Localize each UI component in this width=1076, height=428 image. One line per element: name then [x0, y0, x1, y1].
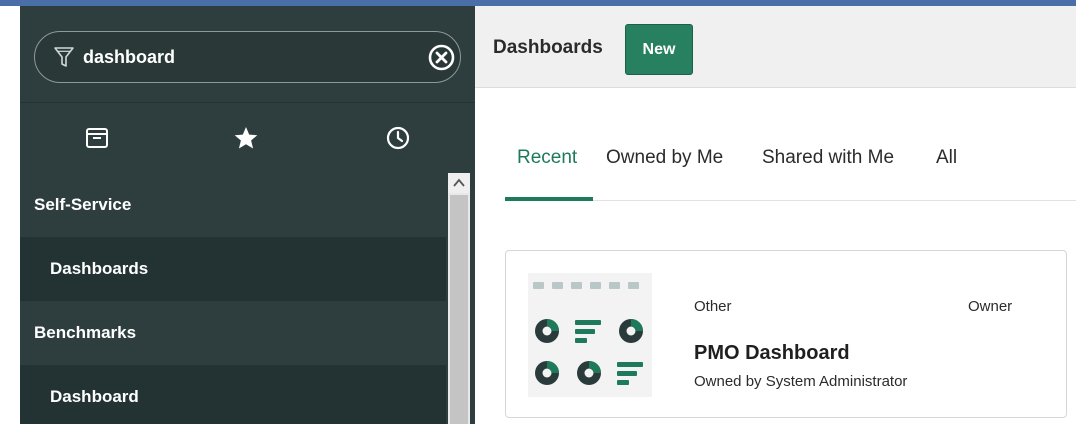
tab-recent[interactable]: Recent: [517, 147, 577, 169]
scroll-up-arrow-icon[interactable]: [448, 173, 470, 193]
navigator-search-input[interactable]: [83, 44, 403, 70]
nav-item-label: Dashboard: [50, 387, 139, 406]
tab-owned-by-me[interactable]: Owned by Me: [606, 147, 723, 169]
nav-item-dashboard[interactable]: Dashboard: [20, 365, 446, 424]
scrollbar-thumb[interactable]: [450, 195, 468, 424]
list-header: Dashboards New: [475, 6, 1076, 88]
filter-icon: [54, 47, 74, 67]
dashboard-thumbnail-icon: [528, 273, 652, 397]
application-navigator: Self-Service Dashboards Benchmarks Dashb…: [20, 6, 475, 424]
owner-label: Owner: [968, 298, 1013, 315]
dashboard-card[interactable]: Other Owner PMO Dashboard Owned by Syste…: [505, 250, 1067, 418]
navigator-filter: [34, 31, 461, 83]
archive-icon[interactable]: [84, 125, 110, 151]
dashboard-title[interactable]: PMO Dashboard: [694, 342, 850, 365]
new-button[interactable]: New: [625, 24, 693, 75]
star-icon[interactable]: [233, 125, 259, 151]
nav-section-label: Benchmarks: [34, 323, 137, 342]
page-title: Dashboards: [493, 37, 603, 58]
navigator-tabs: [20, 102, 475, 170]
active-tab-indicator: [505, 197, 593, 201]
nav-section-self-service[interactable]: Self-Service: [20, 173, 446, 237]
clear-search-icon[interactable]: [428, 44, 455, 71]
nav-section-label: Self-Service: [34, 195, 132, 214]
navigator-scrollbar[interactable]: [448, 173, 470, 424]
nav-item-dashboards[interactable]: Dashboards: [20, 237, 446, 301]
nav-section-benchmarks[interactable]: Benchmarks: [20, 301, 446, 365]
dashboard-owner: Owned by System Administrator: [694, 373, 908, 390]
dashboard-category: Other: [694, 298, 732, 315]
dashboards-content: Recent Owned by Me Shared with Me All Ot…: [475, 89, 1076, 424]
clock-icon[interactable]: [385, 125, 411, 151]
navigator-menu: Self-Service Dashboards Benchmarks Dashb…: [20, 173, 446, 424]
tab-shared-with-me[interactable]: Shared with Me: [762, 147, 894, 169]
tab-all[interactable]: All: [936, 147, 957, 169]
nav-item-label: Dashboards: [50, 259, 149, 278]
